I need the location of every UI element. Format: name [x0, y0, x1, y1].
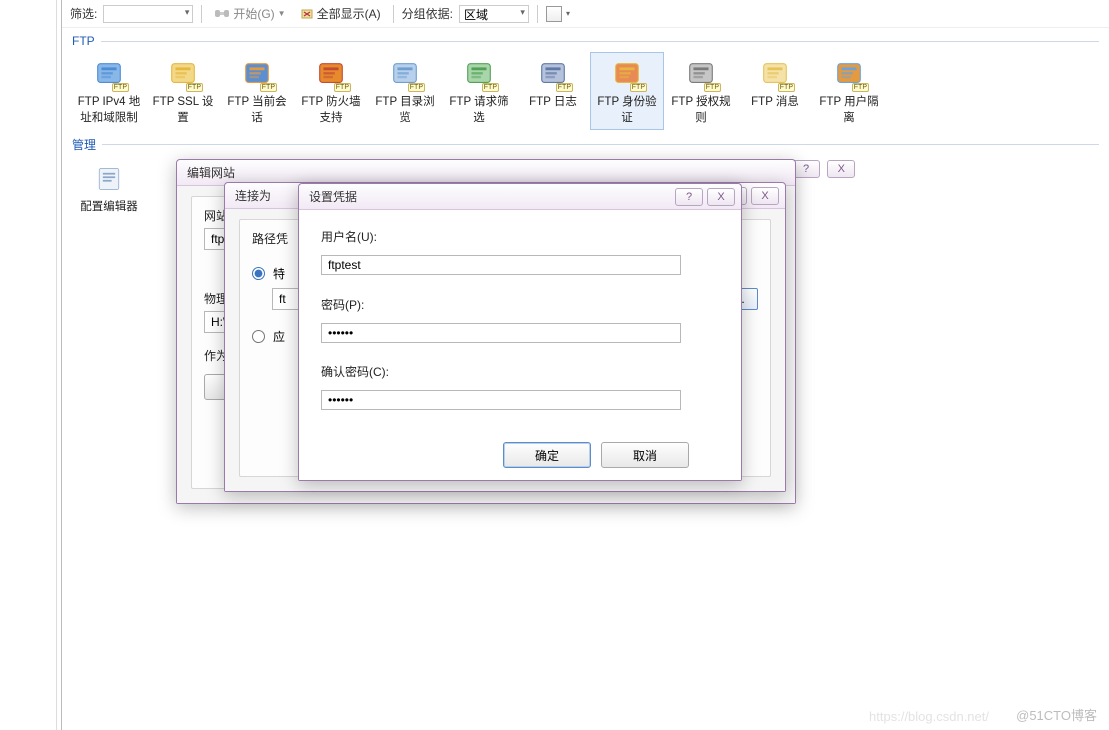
username-label: 用户名(U):: [321, 228, 719, 245]
group-by-dropdown[interactable]: 区域: [459, 5, 529, 23]
ftp-current-sessions-icon: FTP: [240, 57, 274, 91]
icon-label: FTP 防火墙支持: [297, 93, 365, 125]
app-user-radio[interactable]: [252, 330, 265, 343]
set-credentials-dialog: 设置凭据 ? X 用户名(U): 密码(P): 确认密码(C): 确定 取消: [298, 183, 742, 481]
separator: [201, 5, 202, 23]
separator: [393, 5, 394, 23]
start-button[interactable]: 开始(G) ▼: [210, 4, 289, 23]
specific-user-radio[interactable]: [252, 267, 265, 280]
username-input[interactable]: [321, 255, 681, 275]
ftp-messages-icon: FTP: [758, 57, 792, 91]
ftp-badge: FTP: [704, 83, 721, 92]
icon-label: FTP 用户隔离: [815, 93, 883, 125]
cancel-button[interactable]: 取消: [601, 442, 689, 468]
ftp-ssl-settings-icon: FTP: [166, 57, 200, 91]
left-panel-strip: [0, 0, 57, 730]
filter-toolbar: 筛选: 开始(G) ▼ 全部显示(A) 分组依据: 区域 ▾: [62, 0, 1109, 28]
app-user-label: 应: [273, 328, 285, 345]
close-button[interactable]: X: [827, 160, 855, 178]
ftp-badge: FTP: [334, 83, 351, 92]
icon-label: FTP 当前会话: [223, 93, 291, 125]
ftp-ipv4-restrictions-icon: FTP: [92, 57, 126, 91]
icon-label: 配置编辑器: [75, 198, 143, 214]
ftp-authorization-icon: FTP: [684, 57, 718, 91]
ftp-request-filtering[interactable]: FTP FTP 请求筛选: [442, 52, 516, 130]
group-by-label: 分组依据:: [402, 5, 453, 22]
back-dialog-titlebar-buttons: ? X: [788, 160, 855, 178]
close-button[interactable]: X: [751, 187, 779, 205]
icon-label: FTP 目录浏览: [371, 93, 439, 125]
ftp-ipv4-restrictions[interactable]: FTP FTP IPv4 地址和域限制: [72, 52, 146, 130]
ftp-user-isolation-icon: FTP: [832, 57, 866, 91]
ftp-request-filtering-icon: FTP: [462, 57, 496, 91]
ftp-badge: FTP: [112, 83, 129, 92]
specific-user-label: 特: [273, 265, 285, 282]
ftp-section-title: FTP: [72, 34, 95, 48]
show-all-label: 全部显示(A): [317, 5, 381, 22]
ok-button[interactable]: 确定: [503, 442, 591, 468]
filter-label: 筛选:: [70, 5, 97, 22]
start-label: 开始(G): [233, 5, 274, 22]
ftp-section-header[interactable]: FTP: [72, 34, 1099, 48]
icon-label: FTP IPv4 地址和域限制: [75, 93, 143, 125]
ftp-authentication-icon: FTP: [610, 57, 644, 91]
ftp-badge: FTP: [852, 83, 869, 92]
binoculars-icon: [214, 7, 230, 21]
ftp-current-sessions[interactable]: FTP FTP 当前会话: [220, 52, 294, 130]
confirm-password-label: 确认密码(C):: [321, 363, 719, 380]
ftp-badge: FTP: [260, 83, 277, 92]
icon-label: FTP SSL 设置: [149, 93, 217, 125]
ftp-directory-browsing[interactable]: FTP FTP 目录浏览: [368, 52, 442, 130]
edit-site-title: 编辑网站: [187, 164, 235, 181]
icon-label: FTP 授权规则: [667, 93, 735, 125]
ftp-messages[interactable]: FTP FTP 消息: [738, 52, 812, 130]
filter-dropdown[interactable]: [103, 5, 193, 23]
ftp-firewall-icon: FTP: [314, 57, 348, 91]
icon-label: FTP 消息: [741, 93, 809, 109]
ftp-badge: FTP: [186, 83, 203, 92]
ftp-section: FTP FTP FTP IPv4 地址和域限制 FTP FTP SSL 设置: [62, 28, 1109, 130]
icon-label: FTP 身份验证: [593, 93, 661, 125]
help-button[interactable]: ?: [792, 160, 820, 178]
ftp-logging-icon: FTP: [536, 57, 570, 91]
config-editor-icon: [92, 162, 126, 196]
connect-as-title: 连接为: [235, 187, 271, 204]
config-editor[interactable]: 配置编辑器: [72, 157, 146, 219]
ftp-firewall[interactable]: FTP FTP 防火墙支持: [294, 52, 368, 130]
mgmt-section-title: 管理: [72, 136, 96, 153]
show-all-button[interactable]: 全部显示(A): [296, 4, 385, 23]
separator: [537, 5, 538, 23]
set-cred-titlebar[interactable]: 设置凭据 ? X: [299, 184, 741, 210]
ftp-badge: FTP: [408, 83, 425, 92]
ftp-icon-grid: FTP FTP IPv4 地址和域限制 FTP FTP SSL 设置 FTP F…: [72, 52, 1099, 130]
ftp-logging[interactable]: FTP FTP 日志: [516, 52, 590, 130]
ftp-directory-browsing-icon: FTP: [388, 57, 422, 91]
ftp-authentication[interactable]: FTP FTP 身份验证: [590, 52, 664, 130]
clear-icon: [300, 7, 314, 21]
password-input[interactable]: [321, 323, 681, 343]
icon-label: FTP 日志: [519, 93, 587, 109]
help-button[interactable]: ?: [675, 188, 703, 206]
icon-label: FTP 请求筛选: [445, 93, 513, 125]
set-cred-title: 设置凭据: [309, 188, 357, 205]
ftp-badge: FTP: [556, 83, 573, 92]
ftp-user-isolation[interactable]: FTP FTP 用户隔离: [812, 52, 886, 130]
ftp-badge: FTP: [630, 83, 647, 92]
ftp-authorization[interactable]: FTP FTP 授权规则: [664, 52, 738, 130]
ftp-badge: FTP: [778, 83, 795, 92]
ftp-ssl-settings[interactable]: FTP FTP SSL 设置: [146, 52, 220, 130]
password-label: 密码(P):: [321, 296, 719, 313]
close-button[interactable]: X: [707, 188, 735, 206]
view-mode-button[interactable]: [546, 6, 562, 22]
ftp-badge: FTP: [482, 83, 499, 92]
confirm-password-input[interactable]: [321, 390, 681, 410]
mgmt-section-header[interactable]: 管理: [72, 136, 1099, 153]
